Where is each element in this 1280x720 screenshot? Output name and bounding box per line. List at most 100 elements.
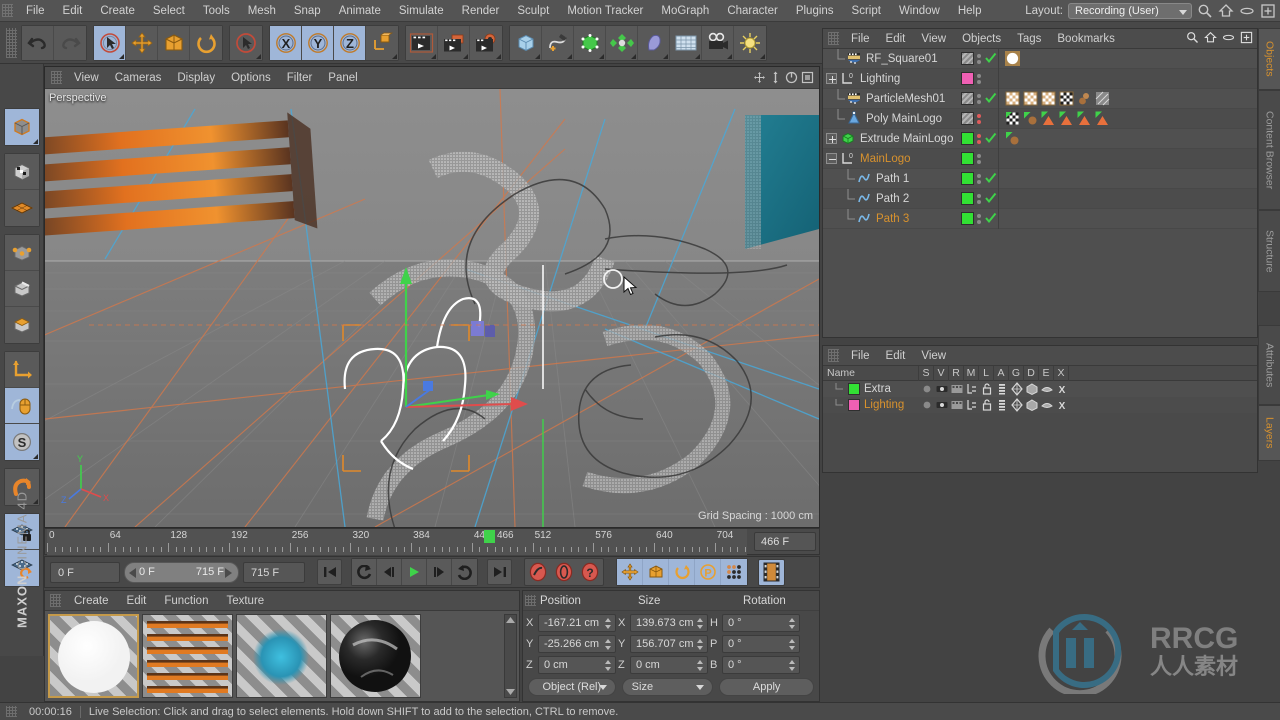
layer-xref-toggle[interactable]: X [1054,398,1069,412]
menu-animate[interactable]: Animate [330,0,390,22]
layer-column-x[interactable]: X [1054,365,1069,381]
position-z-field[interactable]: 0 cm [538,655,616,674]
layer-color-swatch[interactable] [848,383,860,395]
add-nurbs-button[interactable] [574,25,606,60]
layer-menu-edit[interactable]: Edit [878,346,914,366]
menu-mesh[interactable]: Mesh [239,0,285,22]
material-white[interactable] [48,614,139,698]
render-view-button[interactable] [406,25,438,60]
object-row[interactable]: Poly MainLogo [823,108,1257,129]
layer-lock-toggle[interactable] [979,382,994,396]
layer-render-toggle[interactable] [949,398,964,412]
tab-layers[interactable]: Layers [1258,405,1280,461]
viewport-menu-options[interactable]: Options [223,67,279,89]
object-layer-color-chip[interactable] [961,192,974,205]
object-menu-file[interactable]: File [843,29,878,49]
menu-grip-handle[interactable] [2,4,13,17]
visibility-dots[interactable] [974,153,984,164]
object-manager-grip-handle[interactable] [828,32,839,45]
object-row[interactable]: Path 1 [823,168,1257,189]
render-settings-button[interactable] [470,25,502,60]
search-icon[interactable] [1186,31,1199,47]
object-row[interactable]: Extrude MainLogo [823,128,1257,149]
object-layer-color-chip[interactable] [961,212,974,225]
material-menu-texture[interactable]: Texture [217,591,273,611]
spinner-icon[interactable] [789,659,796,671]
menu-help[interactable]: Help [949,0,991,22]
material-grip-handle[interactable] [50,594,61,607]
tag-checker-icon[interactable] [1005,91,1020,106]
layer-dot-toggle[interactable] [919,398,934,412]
tag-spheres-icon[interactable] [1077,91,1092,106]
menu-tools[interactable]: Tools [194,0,239,22]
tab-objects[interactable]: Objects [1258,28,1280,90]
add-camera-button[interactable] [702,25,734,60]
rotate-view-icon[interactable] [785,71,798,84]
model-mode-button[interactable] [4,109,39,145]
object-enabled-check[interactable] [984,191,998,207]
menu-simulate[interactable]: Simulate [390,0,453,22]
add-cube-button[interactable] [510,25,542,60]
viewport-menu-view[interactable]: View [66,67,107,89]
viewport-menu-cameras[interactable]: Cameras [107,67,170,89]
layer-anim-toggle[interactable] [994,398,1009,412]
object-row[interactable]: Path 2 [823,188,1257,209]
object-enabled-check[interactable] [984,171,998,187]
object-layer-color-chip[interactable] [961,132,974,145]
undo-button[interactable] [22,25,54,60]
layer-column-d[interactable]: D [1024,365,1039,381]
polygon-mode-button[interactable] [4,307,39,343]
object-name[interactable]: Path 3 [876,213,909,225]
layer-xref-toggle[interactable]: X [1054,382,1069,396]
rotation-h-field[interactable]: 0 ° [722,613,800,632]
material-dark-chrome[interactable] [330,614,421,698]
layer-row[interactable]: Extra X [823,381,1257,397]
layer-eye-toggle[interactable] [934,382,949,396]
toolbar-grip-handle[interactable] [6,27,17,58]
position-y-field[interactable]: -25.266 cm [538,634,616,653]
object-enabled-check[interactable] [984,131,998,147]
object-name[interactable]: MainLogo [860,153,911,165]
visibility-dots[interactable] [974,73,984,84]
material-blue[interactable] [236,614,327,698]
tag-triangle-icon[interactable] [1059,111,1074,126]
add-light-button[interactable] [734,25,766,60]
spinner-icon[interactable] [605,638,612,650]
scale-tool-button[interactable] [158,25,190,60]
maximize-view-icon[interactable] [801,71,814,84]
layer-color-swatch[interactable] [848,399,860,411]
material-scrollbar[interactable] [504,614,517,698]
menu-script[interactable]: Script [843,0,890,22]
rotation-b-field[interactable]: 0 ° [722,655,800,674]
layer-column-s[interactable]: S [919,365,934,381]
layer-column-v[interactable]: V [934,365,949,381]
range-right-arrow-icon[interactable] [225,567,234,578]
add-deformer-button[interactable] [638,25,670,60]
home-icon[interactable] [1204,31,1217,47]
menu-create[interactable]: Create [91,0,144,22]
coordinate-grip-handle[interactable] [525,595,536,606]
layer-column-name[interactable]: Name [823,365,919,381]
add-icon[interactable] [1240,31,1253,47]
move-view-icon[interactable] [753,71,766,84]
tag-hatch-icon[interactable] [1095,91,1110,106]
object-layer-color-chip[interactable] [961,72,974,85]
viewport-menu-panel[interactable]: Panel [320,67,365,89]
layer-defo-toggle[interactable] [1024,382,1039,396]
layer-name-label[interactable]: Lighting [864,399,904,411]
layer-name-label[interactable]: Extra [864,383,891,395]
layer-render-toggle[interactable] [949,382,964,396]
visibility-dots[interactable] [974,53,984,64]
apply-button[interactable]: Apply [719,678,814,696]
viewport-menu-filter[interactable]: Filter [279,67,321,89]
lock-y-button[interactable]: Y [302,25,334,60]
spinner-icon[interactable] [789,638,796,650]
minimize-icon[interactable] [1239,3,1255,19]
spinner-icon[interactable] [789,617,796,629]
layer-column-a[interactable]: A [994,365,1009,381]
add-view-icon[interactable] [1260,3,1276,19]
material-menu-create[interactable]: Create [65,591,118,611]
layer-column-m[interactable]: M [964,365,979,381]
tag-triangle-icon[interactable] [1041,111,1056,126]
tree-expander-plus[interactable] [826,73,837,84]
